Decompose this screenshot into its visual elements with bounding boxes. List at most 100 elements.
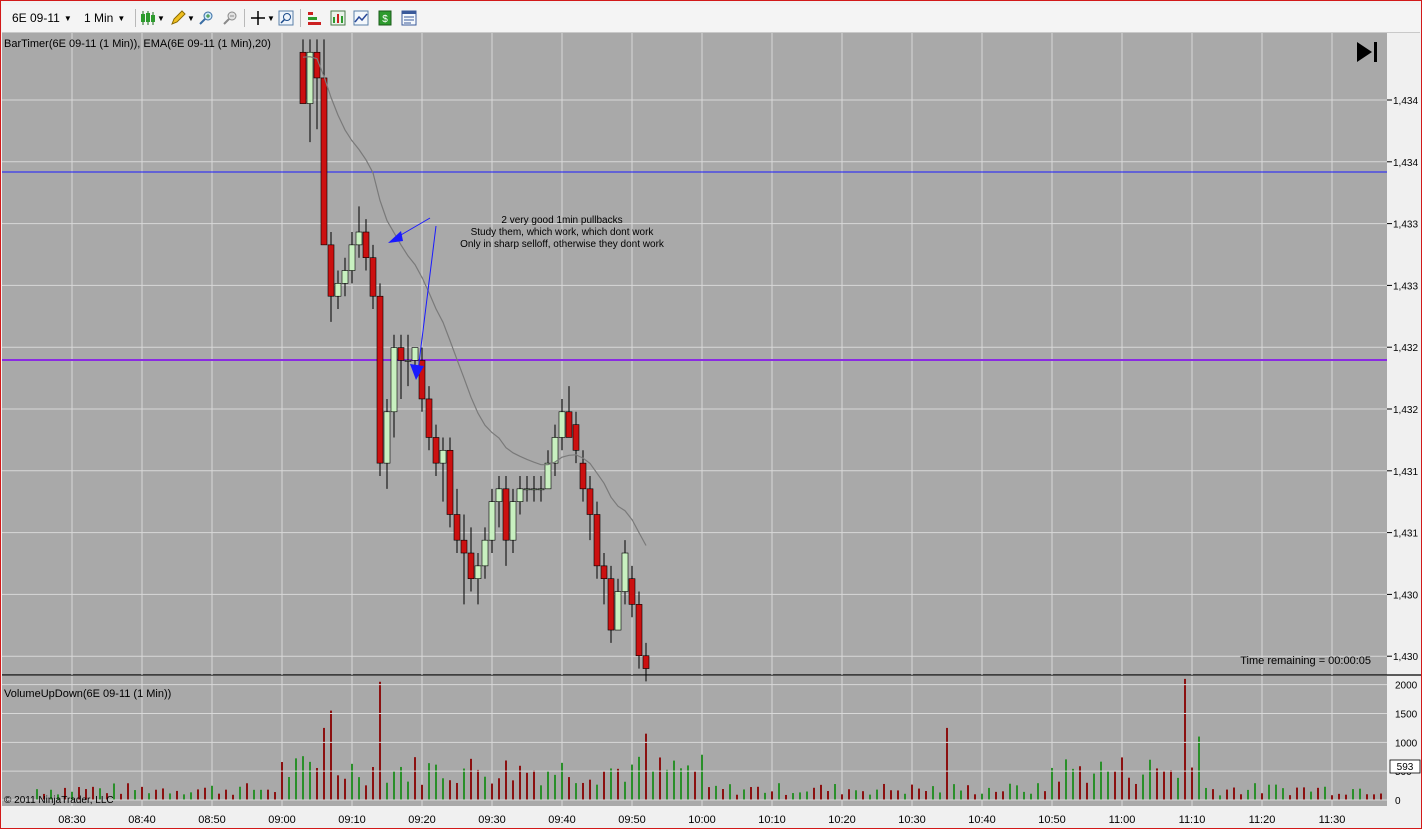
volume-bar-down <box>1303 787 1305 800</box>
volume-bar-down <box>155 789 157 800</box>
candle-body-down <box>299 51 307 104</box>
volume-bar-down <box>344 778 346 800</box>
volume-bar-up <box>932 786 934 800</box>
candle-body-down <box>635 604 643 657</box>
chevron-down-icon[interactable]: ▼ <box>157 8 165 28</box>
volume-bar-down <box>1317 787 1319 800</box>
volume-bar-up <box>575 783 577 800</box>
volume-bar-up <box>540 785 542 800</box>
volume-bar-down <box>1226 789 1228 800</box>
candle-body-up <box>439 449 447 464</box>
volume-bar-down <box>421 784 423 800</box>
volume-bar-down <box>911 784 913 800</box>
candle-body-up <box>383 411 391 464</box>
volume-axis-label: 0 <box>1395 796 1401 807</box>
candle-body-up <box>481 539 489 567</box>
volume-bar-down <box>379 681 381 800</box>
time-remaining-label: Time remaining = 00:00:05 <box>1240 655 1371 667</box>
zoom-in-icon[interactable] <box>198 10 214 26</box>
volume-bar-down <box>1128 777 1130 800</box>
chevron-down-icon: ▼ <box>117 13 126 23</box>
volume-bar-down <box>218 793 220 800</box>
candle-body-down <box>565 411 573 438</box>
volume-bar-down <box>841 794 843 800</box>
chevron-down-icon[interactable]: ▼ <box>267 8 275 28</box>
candle-body-up <box>509 501 517 541</box>
chart-area[interactable]: 2 very good 1min pullbacks Study them, w… <box>2 33 1422 829</box>
indicators-icon[interactable] <box>330 10 346 26</box>
volume-bar-down <box>645 733 647 800</box>
time-axis-label: 10:40 <box>968 814 996 826</box>
volume-bar-down <box>1170 770 1172 800</box>
volume-bar-down <box>862 791 864 800</box>
volume-bar-up <box>1030 793 1032 800</box>
volume-bar-down <box>1373 794 1375 800</box>
price-panel[interactable] <box>2 33 1387 675</box>
candlestick-chart-style-icon[interactable] <box>140 10 156 26</box>
volume-bar-up <box>253 789 255 800</box>
volume-bar-up <box>1142 774 1144 800</box>
zoom-out-icon[interactable] <box>222 10 238 26</box>
volume-bar-up <box>1219 795 1221 800</box>
time-axis-label: 09:00 <box>268 814 296 826</box>
volume-bar-down <box>1086 782 1088 800</box>
volume-bar-up <box>652 771 654 800</box>
magnifier-icon[interactable] <box>278 10 294 26</box>
volume-bar-up <box>953 784 955 800</box>
volume-bar-up <box>1247 789 1249 800</box>
crosshair-icon[interactable] <box>250 10 266 26</box>
candle-body-up <box>495 488 503 502</box>
volume-bar-up <box>148 793 150 800</box>
volume-bar-up <box>1352 789 1354 800</box>
candle-body-down <box>376 295 384 464</box>
volume-bar-down <box>491 783 493 800</box>
volume-bar-up <box>302 756 304 800</box>
time-axis-label: 10:00 <box>688 814 716 826</box>
properties-icon[interactable] <box>401 10 417 26</box>
candle-body-up <box>516 488 524 502</box>
candle-body-down <box>607 578 615 631</box>
candle-body-up <box>523 488 531 491</box>
volume-axis-label: 2000 <box>1395 681 1418 692</box>
candle-body-down <box>327 244 335 297</box>
volume-bar-down <box>127 783 129 800</box>
volume-bar-up <box>309 761 311 800</box>
volume-bar-down <box>995 791 997 800</box>
data-box-icon[interactable]: $ <box>377 10 393 26</box>
volume-bar-up <box>1177 777 1179 800</box>
volume-bar-up <box>1268 784 1270 800</box>
strategies-icon[interactable] <box>353 10 369 26</box>
volume-bar-down <box>1345 794 1347 800</box>
volume-bar-down <box>589 779 591 800</box>
volume-bar-down <box>197 789 199 800</box>
time-axis-label: 10:10 <box>758 814 786 826</box>
time-axis-label: 08:40 <box>128 814 156 826</box>
volume-bar-down <box>204 787 206 800</box>
price-axis-label: 1,432 <box>1393 343 1418 354</box>
time-axis-label: 09:10 <box>338 814 366 826</box>
volume-bar-down <box>512 780 514 800</box>
bar-color-icon[interactable] <box>307 10 323 26</box>
volume-bar-down <box>1058 781 1060 800</box>
chevron-down-icon[interactable]: ▼ <box>187 8 195 28</box>
candle-body-down <box>453 514 461 541</box>
volume-bar-up <box>1009 783 1011 800</box>
volume-bar-down <box>337 775 339 800</box>
candle-body-up <box>348 244 356 271</box>
annotation-line-2: Study them, which work, which dont work <box>471 227 655 238</box>
candle-body-up <box>306 51 314 104</box>
volume-bar-down <box>1289 795 1291 800</box>
drawing-pencil-icon[interactable] <box>170 10 186 26</box>
chevron-down-icon: ▼ <box>63 13 72 23</box>
toolbar-separator <box>244 9 245 27</box>
candle-body-down <box>467 552 475 580</box>
interval-selector[interactable]: 1 Min ▼ <box>84 8 125 28</box>
price-axis-label: 1,431 <box>1393 529 1418 540</box>
volume-bar-up <box>764 792 766 800</box>
time-axis-label: 09:30 <box>478 814 506 826</box>
instrument-selector[interactable]: 6E 09-11 ▼ <box>12 8 72 28</box>
volume-bar-down <box>141 786 143 800</box>
volume-bar-up <box>1254 783 1256 800</box>
annotation-line-1: 2 very good 1min pullbacks <box>501 215 622 226</box>
volume-bar-down <box>1114 771 1116 800</box>
